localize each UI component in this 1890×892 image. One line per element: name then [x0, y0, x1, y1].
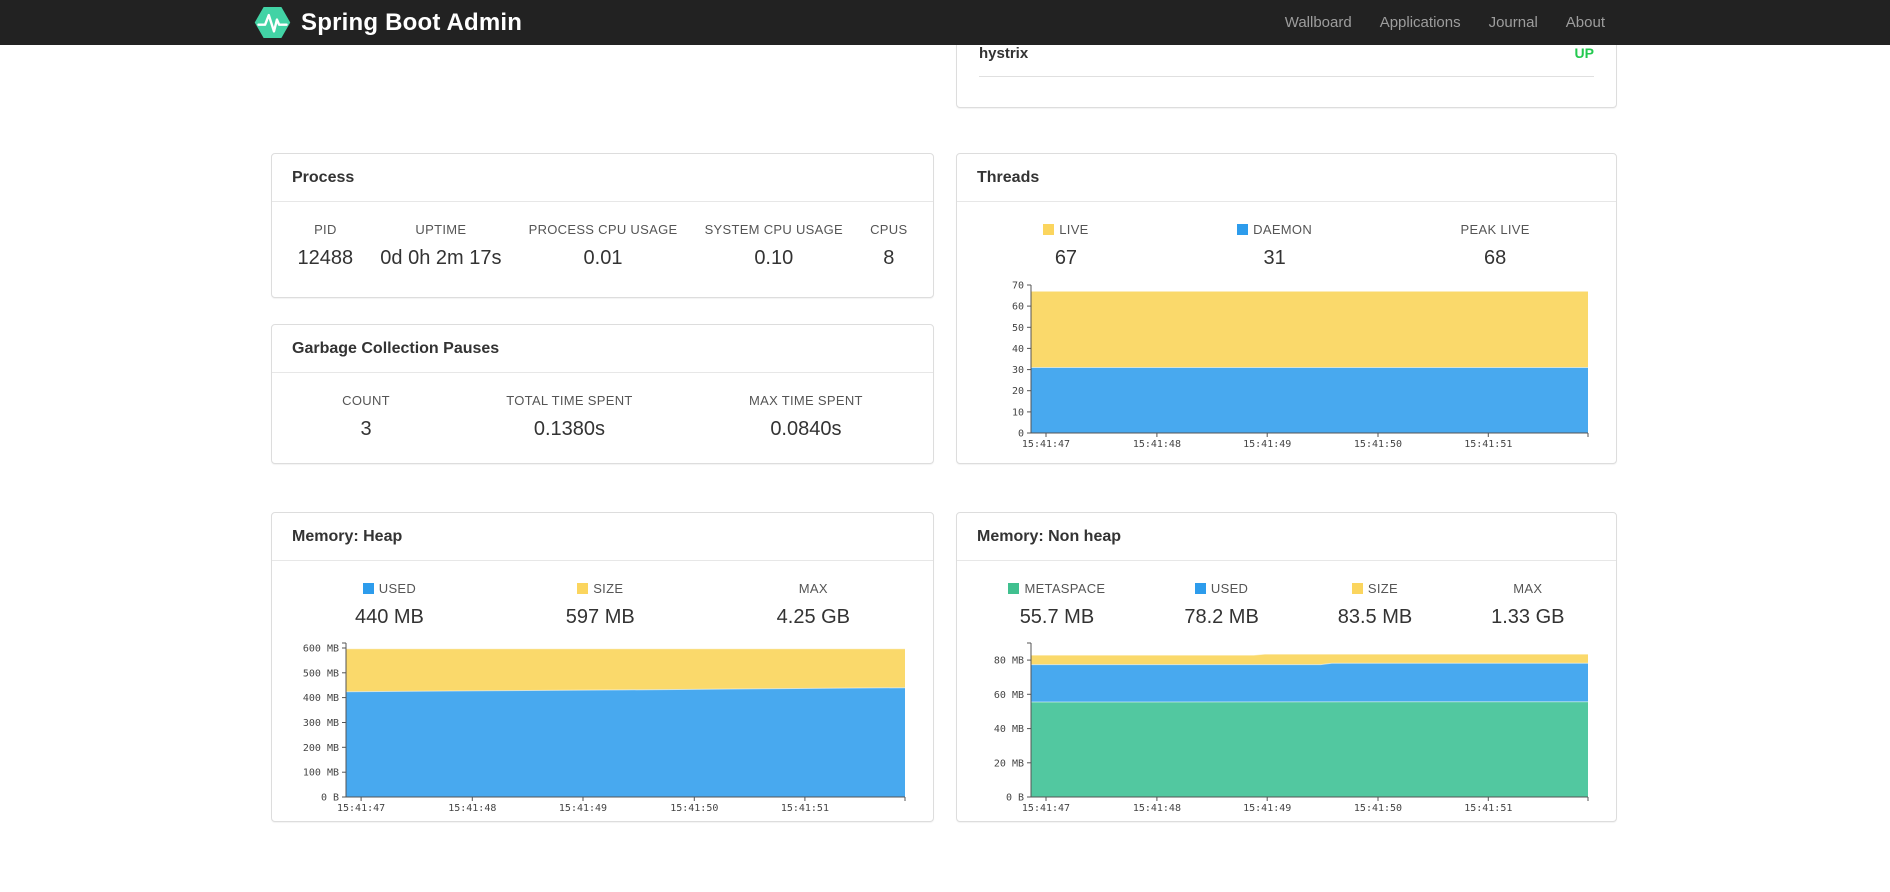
svg-text:0: 0: [1018, 429, 1024, 440]
svg-text:600 MB: 600 MB: [303, 644, 339, 655]
stat-threads-daemon: DAEMON 31: [1237, 222, 1312, 270]
health-row-hystrix: hystrix UP: [979, 45, 1594, 77]
stat-heap-size: SIZE 597 MB: [565, 581, 635, 628]
svg-text:15:41:49: 15:41:49: [1243, 803, 1291, 814]
legend-swatch-heap-used: [362, 583, 374, 594]
svg-text:300 MB: 300 MB: [303, 718, 339, 729]
status-badge: UP: [1574, 45, 1594, 61]
stat-gc-count: COUNT 3: [342, 393, 390, 440]
threads-panel: Threads LIVE 67 DAEMON 31 PEAK LIVE 68 0…: [956, 153, 1617, 464]
heap-chart: 0 B 100 MB 200 MB 300 MB 400 MB 500 MB 600 MB 1…: [296, 637, 907, 815]
legend-swatch-nonheap-used: [1194, 583, 1206, 594]
stat-pid: PID 12488: [297, 222, 354, 269]
page: Spring Boot Admin Wallboard Applications…: [0, 0, 1890, 892]
brand-link[interactable]: Spring Boot Admin: [254, 0, 522, 45]
svg-text:60: 60: [1012, 302, 1024, 313]
threads-chart: 0 10 20 30 40 50 60 70 15:41:47 15:41:48 15:41:49 1…: [981, 279, 1590, 451]
legend-swatch-metaspace: [1008, 583, 1020, 594]
gc-panel-title: Garbage Collection Pauses: [272, 325, 933, 373]
stat-gc-max-time: MAX TIME SPENT 0.0840s: [749, 393, 863, 440]
stat-system-cpu: SYSTEM CPU USAGE 0.10: [704, 222, 843, 269]
svg-text:15:41:51: 15:41:51: [1464, 439, 1512, 450]
stat-metaspace: METASPACE 55.7 MB: [1008, 581, 1105, 629]
svg-text:15:41:50: 15:41:50: [1354, 803, 1402, 814]
stat-nonheap-size: SIZE 83.5 MB: [1337, 581, 1413, 628]
process-panel-title: Process: [272, 154, 933, 202]
svg-text:0 B: 0 B: [1006, 793, 1024, 804]
legend-swatch-live: [1043, 224, 1055, 235]
stat-heap-used: USED 440 MB: [354, 581, 424, 628]
svg-text:15:41:49: 15:41:49: [559, 803, 607, 814]
stat-gc-total-time: TOTAL TIME SPENT 0.1380s: [506, 393, 633, 440]
nonheap-panel-title: Memory: Non heap: [957, 513, 1616, 561]
process-stats: PID 12488 UPTIME 0d 0h 2m 17s PROCESS CP…: [272, 202, 933, 270]
legend-swatch-daemon: [1237, 224, 1249, 235]
nav-about[interactable]: About: [1552, 14, 1619, 31]
stat-cpus: CPUS 8: [870, 222, 908, 269]
nav-journal[interactable]: Journal: [1475, 14, 1552, 31]
svg-text:100 MB: 100 MB: [303, 768, 339, 779]
stat-heap-max: MAX 4.25 GB: [776, 581, 851, 628]
legend-swatch-nonheap-size: [1351, 583, 1363, 594]
brand-title: Spring Boot Admin: [301, 8, 523, 36]
nonheap-stats: METASPACE 55.7 MB USED 78.2 MB SIZE 83.5…: [957, 561, 1616, 629]
gc-stats: COUNT 3 TOTAL TIME SPENT 0.1380s MAX TIM…: [272, 373, 933, 441]
svg-text:70: 70: [1012, 281, 1024, 292]
legend-swatch-heap-size: [577, 583, 589, 594]
logo-pulse-icon: [254, 4, 291, 41]
svg-text:200 MB: 200 MB: [303, 743, 339, 754]
svg-text:500 MB: 500 MB: [303, 668, 339, 679]
svg-text:15:41:50: 15:41:50: [1354, 439, 1402, 450]
health-service-name: hystrix: [979, 45, 1029, 62]
svg-text:80 MB: 80 MB: [994, 656, 1024, 667]
svg-text:15:41:50: 15:41:50: [670, 803, 718, 814]
svg-text:15:41:51: 15:41:51: [1464, 803, 1512, 814]
svg-text:15:41:51: 15:41:51: [781, 803, 829, 814]
threads-stats: LIVE 67 DAEMON 31 PEAK LIVE 68: [957, 202, 1616, 270]
nonheap-panel: Memory: Non heap METASPACE 55.7 MB USED …: [956, 512, 1617, 822]
svg-text:60 MB: 60 MB: [994, 690, 1024, 701]
svg-text:30: 30: [1012, 365, 1024, 376]
process-panel: Process PID 12488 UPTIME 0d 0h 2m 17s PR…: [271, 153, 934, 298]
gc-panel: Garbage Collection Pauses COUNT 3 TOTAL …: [271, 324, 934, 464]
nav-wallboard[interactable]: Wallboard: [1271, 14, 1366, 31]
svg-text:20 MB: 20 MB: [994, 758, 1024, 769]
nav-applications[interactable]: Applications: [1366, 14, 1475, 31]
svg-text:15:41:47: 15:41:47: [337, 803, 385, 814]
navbar: Spring Boot Admin Wallboard Applications…: [0, 0, 1890, 45]
svg-text:15:41:48: 15:41:48: [1133, 803, 1181, 814]
svg-text:40: 40: [1012, 344, 1024, 355]
navbar-links: Wallboard Applications Journal About: [1271, 0, 1619, 45]
stat-nonheap-used: USED 78.2 MB: [1184, 581, 1259, 628]
svg-text:15:41:48: 15:41:48: [448, 803, 496, 814]
svg-text:50: 50: [1012, 323, 1024, 334]
stat-threads-live: LIVE 67: [1043, 222, 1088, 270]
heap-panel: Memory: Heap USED 440 MB SIZE 597 MB MAX…: [271, 512, 934, 822]
svg-text:0 B: 0 B: [321, 793, 339, 804]
svg-text:15:41:47: 15:41:47: [1022, 439, 1070, 450]
heap-panel-title: Memory: Heap: [272, 513, 933, 561]
svg-text:10: 10: [1012, 407, 1024, 418]
svg-text:15:41:49: 15:41:49: [1243, 439, 1291, 450]
heap-stats: USED 440 MB SIZE 597 MB MAX 4.25 GB: [272, 561, 933, 629]
svg-text:400 MB: 400 MB: [303, 693, 339, 704]
svg-text:40 MB: 40 MB: [994, 724, 1024, 735]
nonheap-chart: 0 B 20 MB 40 MB 60 MB 80 MB 15:41:47 15:41:48 1…: [981, 637, 1590, 815]
threads-panel-title: Threads: [957, 154, 1616, 202]
stat-uptime: UPTIME 0d 0h 2m 17s: [380, 222, 502, 269]
stat-nonheap-max: MAX 1.33 GB: [1491, 581, 1565, 628]
svg-text:20: 20: [1012, 386, 1024, 397]
stat-threads-peak: PEAK LIVE 68: [1460, 222, 1530, 269]
svg-text:15:41:47: 15:41:47: [1022, 803, 1070, 814]
stat-process-cpu: PROCESS CPU USAGE 0.01: [528, 222, 678, 269]
svg-text:15:41:48: 15:41:48: [1133, 439, 1181, 450]
